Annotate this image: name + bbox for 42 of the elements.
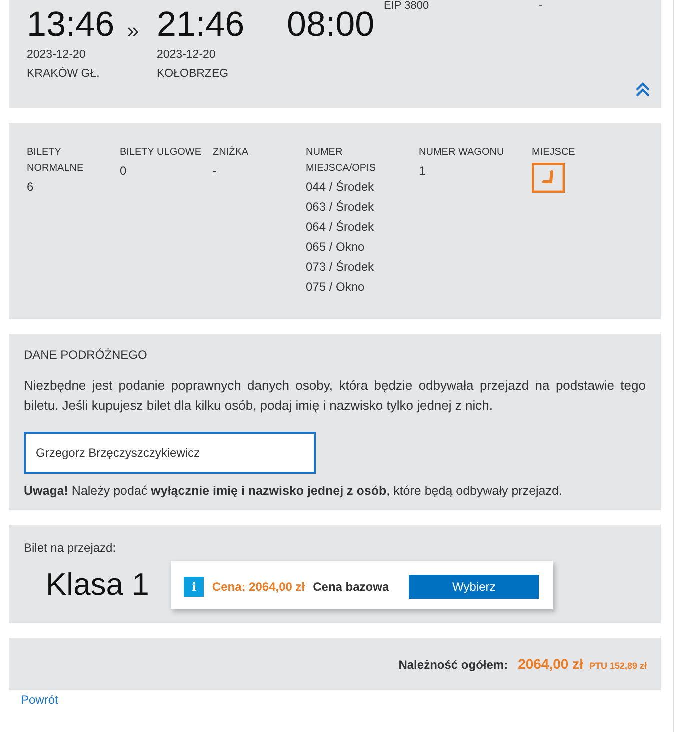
column-label: ZNIŻKA xyxy=(213,145,250,160)
column-value: 065 / Okno xyxy=(306,239,365,256)
arrival-date: 2023-12-20 xyxy=(157,48,216,63)
column-value: 073 / Środek xyxy=(306,259,374,276)
column-value: 6 xyxy=(27,179,34,196)
total-amount: 2064,00 zł xyxy=(518,656,584,672)
column-value: 1 xyxy=(419,163,426,180)
fare-label: Bilet na przejazd: xyxy=(24,541,116,555)
class-label: Klasa 1 xyxy=(45,567,150,603)
departure-time: 13:46 xyxy=(27,4,115,46)
seat-icon[interactable] xyxy=(532,163,565,193)
column-label: NUMER MIEJSCA/OPIS xyxy=(306,146,378,176)
column-label: NUMER WAGONU xyxy=(419,146,506,160)
select-button[interactable]: Wybierz xyxy=(409,575,540,599)
price-type: Cena bazowa xyxy=(313,580,390,594)
info-icon[interactable]: i xyxy=(184,577,204,597)
price-text: Cena: 2064,00 zł xyxy=(212,580,306,594)
column-value: 0 xyxy=(120,163,127,180)
train-extra: - xyxy=(539,0,543,12)
collapse-icon[interactable] xyxy=(635,82,651,98)
duration: 08:00 xyxy=(287,4,375,46)
column-value: 064 / Środek xyxy=(306,219,374,236)
section-title: DANE PODRÓŻNEGO xyxy=(24,348,148,362)
column-label: MIEJSCE xyxy=(532,146,576,160)
column-value: 075 / Okno xyxy=(306,279,365,296)
column-value: 063 / Środek xyxy=(306,199,374,216)
total-label: Należność ogółem: xyxy=(398,658,508,672)
column-value: - xyxy=(213,163,217,180)
arrival-station: KOŁOBRZEG xyxy=(157,67,229,82)
departure-station: KRAKÓW GŁ. xyxy=(27,66,100,82)
departure-date: 2023-12-20 xyxy=(27,48,86,63)
arrival-time: 21:46 xyxy=(157,4,245,46)
separator-glyph: » xyxy=(127,18,140,44)
column-label: BILETY NORMALNE xyxy=(27,146,85,176)
back-link[interactable]: Powrót xyxy=(21,693,58,707)
warning-text: Uwaga! Należy podać wyłącznie imię i nazwisko jednej z osób, które będą odbywały przejazd. xyxy=(24,484,564,498)
column-label: BILETY ULGOWE xyxy=(120,146,203,160)
column-value: 044 / Środek xyxy=(306,179,374,196)
name-input[interactable]: Grzegorz Brzęczyszczykiewicz xyxy=(24,432,316,474)
train-number: EIP 3800 xyxy=(384,0,430,12)
description-text: Niezbędne jest podanie poprawnych danych osoby, która będzie odbywała przejazd na podstawie tego biletu. Jeśli kupujesz bilet dla kilku osób, podaj imię i nazwisko tylko jednej z nich. xyxy=(24,377,646,415)
vat-amount: PTU 152,89 zł xyxy=(589,661,647,671)
